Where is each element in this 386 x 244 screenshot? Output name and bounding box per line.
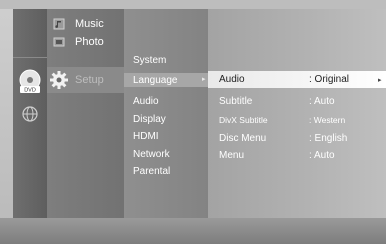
- category-column: Music Photo Setup: [47, 9, 124, 218]
- media-source-column: DVD: [13, 9, 47, 218]
- setting-value: : Auto: [309, 96, 335, 107]
- top-bar: [0, 0, 386, 9]
- submenu-item-parental[interactable]: Parental: [133, 166, 170, 177]
- divider: [13, 57, 47, 58]
- language-settings-panel: Audio : Original ▸ Subtitle : Auto DivX …: [208, 9, 386, 218]
- setting-row-disc-menu[interactable]: Disc Menu : English: [219, 133, 384, 147]
- gear-icon: [50, 71, 68, 89]
- submenu-heading: System: [133, 55, 167, 66]
- submenu-arrow-icon: ▸: [202, 76, 206, 83]
- photo-icon: [53, 37, 65, 47]
- category-setup[interactable]: Setup: [50, 71, 104, 89]
- bottom-bar: [0, 218, 386, 244]
- setting-label: Subtitle: [219, 96, 253, 107]
- network-globe-icon[interactable]: [19, 103, 41, 125]
- setting-label: Audio: [219, 74, 245, 85]
- submenu-item-audio[interactable]: Audio: [133, 96, 159, 107]
- submenu-item-language[interactable]: Language: [133, 75, 178, 86]
- setting-arrow-icon: ▸: [378, 77, 382, 84]
- setting-row-divx-subtitle[interactable]: DivX Subtitle : Western: [219, 115, 384, 129]
- submenu-item-display[interactable]: Display: [133, 114, 166, 125]
- category-photo[interactable]: Photo: [53, 33, 104, 51]
- category-label: Setup: [75, 74, 104, 86]
- music-icon: [53, 18, 65, 30]
- setting-label: Disc Menu: [219, 133, 267, 144]
- setting-row-audio[interactable]: Audio : Original: [219, 74, 384, 88]
- setting-label: DivX Subtitle: [219, 115, 268, 125]
- disc-badge: DVD: [24, 88, 36, 94]
- dvd-disc-icon[interactable]: DVD: [17, 69, 43, 95]
- category-music[interactable]: Music: [53, 15, 104, 33]
- submenu-column: System Language ▸ Audio Display HDMI Net…: [124, 9, 208, 218]
- setup-screen: DVD Music Photo Setup System Language ▸ …: [0, 0, 386, 244]
- setting-row-subtitle[interactable]: Subtitle : Auto: [219, 96, 384, 110]
- setting-label: Menu: [219, 150, 245, 161]
- category-label: Photo: [75, 36, 104, 48]
- setting-value: : Western: [309, 115, 346, 125]
- setting-row-menu[interactable]: Menu : Auto: [219, 150, 384, 164]
- submenu-item-network[interactable]: Network: [133, 149, 170, 160]
- setting-value: : Original: [309, 74, 350, 85]
- setting-value: : English: [309, 133, 348, 144]
- submenu-item-hdmi[interactable]: HDMI: [133, 131, 159, 142]
- category-label: Music: [75, 18, 104, 30]
- setting-value: : Auto: [309, 150, 335, 161]
